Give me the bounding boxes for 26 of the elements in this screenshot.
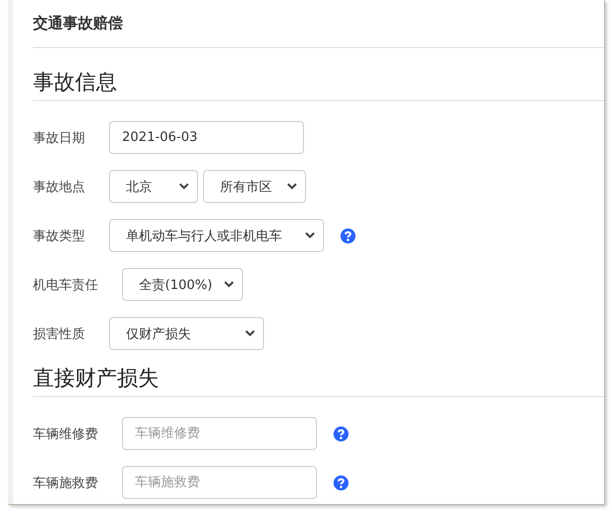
chevron-down-icon [224,281,234,288]
field-label: 事故类型 [33,228,85,244]
help-icon[interactable] [333,474,349,490]
chevron-down-icon [179,183,189,190]
field-label: 机电车责任 [33,276,98,294]
input-field[interactable]: 车辆维修费 [122,417,317,450]
dropdown[interactable]: 北京 [109,170,198,203]
field-label: 损害性质 [33,326,85,342]
chevron-down-icon [245,330,255,337]
field-label: 车辆维修费 [33,426,98,442]
dropdown[interactable]: 所有市区 [203,170,306,203]
dropdown[interactable]: 单机动车与行人或非机电车 [109,219,324,252]
field-label: 事故日期 [33,130,85,146]
dropdown[interactable]: 全责(100%) [122,268,243,301]
field-label: 车辆施救费 [33,474,98,492]
chevron-down-icon [305,232,315,239]
input-field[interactable]: 车辆施救费 [122,466,317,499]
section-heading: 直接财产损失 [33,365,160,392]
chevron-down-icon [287,183,297,190]
input-field[interactable]: 2021-06-03 [109,121,304,154]
section-heading: 事故信息 [33,69,118,96]
field-label: 事故地点 [33,178,85,196]
dropdown[interactable]: 仅财产损失 [109,317,264,350]
help-icon[interactable] [340,228,356,244]
help-icon[interactable] [333,426,349,442]
page-title: 交通事故赔偿 [33,14,124,33]
